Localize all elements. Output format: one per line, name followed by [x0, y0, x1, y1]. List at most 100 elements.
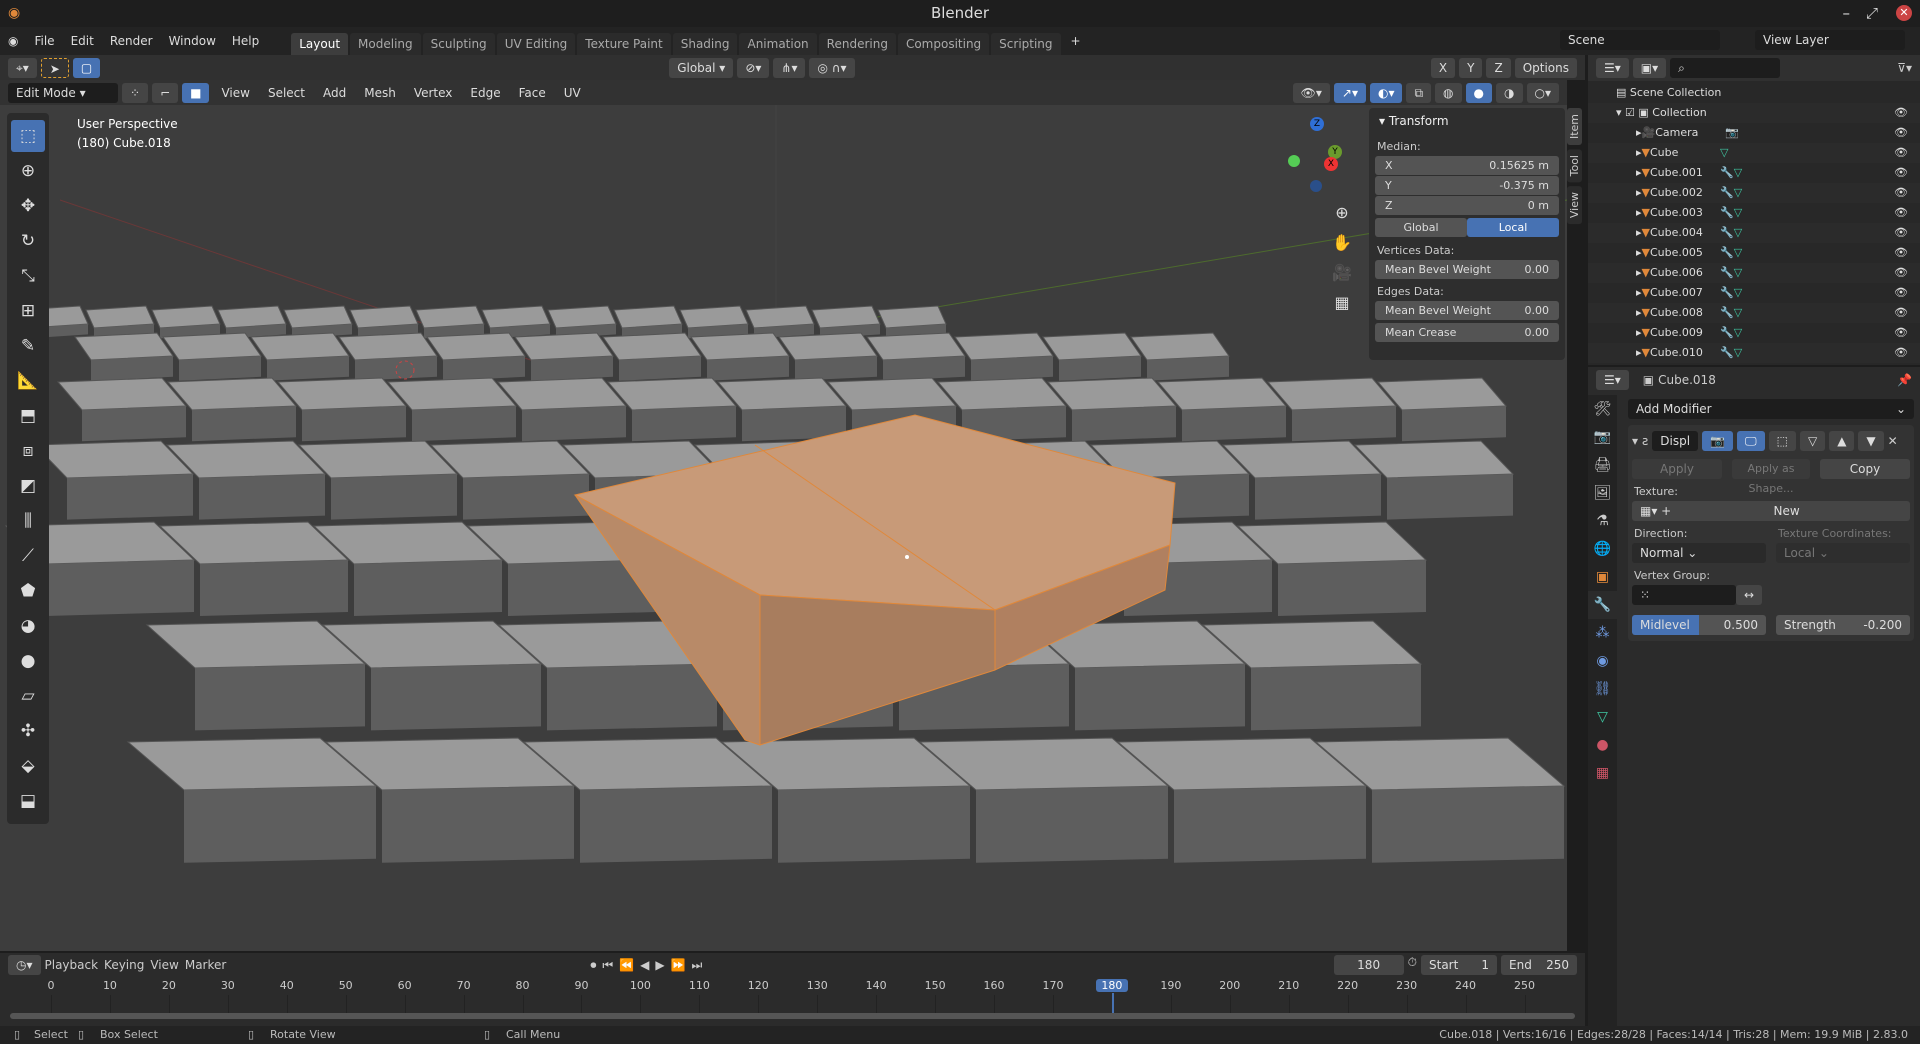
restore-icon[interactable]: ⤢	[1866, 0, 1878, 27]
invert-icon[interactable]: ↔	[1735, 585, 1762, 605]
menu-window[interactable]: Window	[161, 34, 224, 48]
pan-hand-icon[interactable]: ✋	[1330, 228, 1354, 258]
smooth-tool-icon[interactable]: ●	[11, 645, 45, 677]
spin-tool-icon[interactable]: ◕	[11, 610, 45, 642]
editor-type-button[interactable]: ☰▾	[1596, 370, 1629, 390]
eye-icon[interactable]: 👁	[1894, 163, 1908, 183]
shading-solid[interactable]: ●	[1465, 82, 1493, 103]
cage-toggle-icon[interactable]: ▽	[1799, 431, 1826, 451]
extrude-tool-icon[interactable]: ⬒	[11, 400, 45, 432]
jump-start-icon[interactable]: ⏮	[602, 958, 613, 973]
eye-icon[interactable]: 👁	[1894, 203, 1908, 223]
minimize-icon[interactable]: –	[1843, 0, 1851, 27]
move-tool-icon[interactable]: ✥	[11, 190, 45, 222]
tab-rendering[interactable]: Rendering	[818, 33, 896, 55]
median-z-field[interactable]: Z 0 m	[1375, 196, 1559, 215]
grid-perspective-icon[interactable]: ▦	[1330, 288, 1354, 318]
expand-icon[interactable]: ▾ ☑ ▣	[1616, 103, 1652, 123]
texcoords-dropdown[interactable]: Local ⌄	[1776, 543, 1910, 563]
object-tab-icon[interactable]: ▣	[1588, 563, 1617, 591]
world-tab-icon[interactable]: 🌐	[1588, 535, 1617, 563]
blender-menu-icon[interactable]: ◉	[0, 34, 26, 48]
modifier-name-input[interactable]: Displ	[1652, 431, 1699, 451]
timeline-scrollbar[interactable]	[10, 1013, 1575, 1019]
data-tab-icon[interactable]: ▽	[1588, 703, 1617, 731]
global-toggle[interactable]: Global	[1375, 218, 1467, 237]
tab-shading[interactable]: Shading	[672, 33, 738, 55]
frame-ruler[interactable]: 0 10 20 30 40 50 60 70 80 90 100 110 120 130 140 150 160…	[0, 977, 1585, 1017]
record-icon[interactable]: ⏺	[590, 958, 596, 973]
remove-modifier-icon[interactable]: ✕	[1888, 434, 1898, 448]
prev-key-icon[interactable]: ⏪	[619, 958, 634, 973]
next-key-icon[interactable]: ⏩	[671, 958, 686, 973]
outliner-item[interactable]: ▸ ▼ Cube.002 🔧 ▽ 👁	[1588, 183, 1920, 203]
menu-marker[interactable]: Marker	[185, 958, 226, 972]
editmode-toggle-icon[interactable]: ⬚	[1768, 431, 1796, 451]
poly-build-tool-icon[interactable]: ⬟	[11, 575, 45, 607]
scene-collection-row[interactable]: ▤ Scene Collection	[1588, 83, 1920, 103]
menu-file[interactable]: File	[26, 34, 62, 48]
start-frame-field[interactable]: Start 1	[1421, 955, 1497, 975]
eye-icon[interactable]: 👁	[1894, 283, 1908, 303]
play-reverse-icon[interactable]: ◀	[640, 958, 649, 973]
proportional-edit-icon[interactable]: ◎ ∩▾	[809, 57, 855, 78]
editor-type-button[interactable]: ☰▾	[1596, 58, 1629, 78]
inset-tool-icon[interactable]: ⧈	[11, 435, 45, 467]
gizmo-neg-y[interactable]	[1288, 155, 1300, 167]
shading-material[interactable]: ◑	[1496, 82, 1523, 103]
edge-bevel-field[interactable]: Mean Bevel Weight 0.00	[1375, 301, 1559, 320]
tab-tool[interactable]: Tool	[1567, 149, 1582, 183]
menu-keying[interactable]: Keying	[104, 958, 144, 972]
cursor-tool-icon[interactable]: ⊕	[11, 155, 45, 187]
modifier-tab-icon[interactable]: 🔧	[1588, 591, 1617, 619]
outliner-item[interactable]: ▸ ▼ Cube.009 🔧 ▽ 👁	[1588, 323, 1920, 343]
knife-tool-icon[interactable]: ⟋	[11, 540, 45, 572]
collapse-icon[interactable]: ▾	[1632, 434, 1638, 448]
outliner-item[interactable]: ▸ ▼ Cube.008 🔧 ▽ 👁	[1588, 303, 1920, 323]
menu-vertex[interactable]: Vertex	[406, 83, 461, 103]
axis-x-toggle[interactable]: X	[1430, 57, 1456, 78]
eye-icon[interactable]: 👁	[1894, 183, 1908, 203]
tab-item[interactable]: Item	[1567, 108, 1582, 146]
tool-tab-icon[interactable]: 🛠	[1588, 395, 1617, 423]
tab-compositing[interactable]: Compositing	[897, 33, 990, 55]
select-mode-new-button[interactable]: ▢	[72, 57, 101, 78]
collapse-icon[interactable]: ▾	[1379, 114, 1389, 128]
editor-type-button[interactable]: ⌖▾	[8, 57, 37, 78]
render-toggle-icon[interactable]: 📷	[1702, 431, 1734, 451]
xray-icon[interactable]: ⧉	[1406, 82, 1432, 103]
material-tab-icon[interactable]: ●	[1588, 731, 1617, 759]
edge-select-mode[interactable]: ⌐	[152, 82, 179, 103]
render-tab-icon[interactable]: 📷	[1588, 423, 1617, 451]
copy-button[interactable]: Copy	[1820, 459, 1910, 479]
current-frame-field[interactable]: 180	[1333, 955, 1404, 975]
particles-tab-icon[interactable]: ⁂	[1588, 619, 1617, 647]
shear-tool-icon[interactable]: ⬙	[11, 750, 45, 782]
outliner-item[interactable]: ▸ 🎥 Camera 📷 👁	[1588, 123, 1920, 143]
tab-uv-editing[interactable]: UV Editing	[496, 33, 576, 55]
snap-icon[interactable]: ⋔▾	[773, 57, 806, 78]
eye-icon[interactable]: 👁	[1894, 323, 1908, 343]
outliner-item[interactable]: ▸ ▼ Cube.005 🔧 ▽ 👁	[1588, 243, 1920, 263]
tab-layout[interactable]: Layout	[291, 33, 349, 55]
scene-selector[interactable]: Scene	[1560, 30, 1720, 50]
outliner-item[interactable]: ▸ ▼ Cube ▽ 👁	[1588, 143, 1920, 163]
loop-cut-tool-icon[interactable]: ⫼	[11, 505, 45, 537]
menu-select[interactable]: Select	[260, 83, 313, 103]
menu-uv[interactable]: UV	[556, 83, 589, 103]
outliner-item[interactable]: ▸ ▼ Cube.001 🔧 ▽ 👁	[1588, 163, 1920, 183]
rotate-tool-icon[interactable]: ↻	[11, 225, 45, 257]
menu-face[interactable]: Face	[511, 83, 554, 103]
outliner-item[interactable]: ▸ ▼ Cube.010 🔧 ▽ 👁	[1588, 343, 1920, 363]
outliner-item[interactable]: ▸ ▼ Cube.007 🔧 ▽ 👁	[1588, 283, 1920, 303]
viewport-toggle-icon[interactable]: 🖵	[1737, 431, 1765, 451]
menu-view[interactable]: View	[213, 83, 257, 103]
outliner-item[interactable]: ▸ ▼ Cube.004 🔧 ▽ 👁	[1588, 223, 1920, 243]
eye-icon[interactable]: 👁	[1894, 143, 1908, 163]
move-down-icon[interactable]: ▼	[1858, 431, 1884, 451]
gizmo-icon[interactable]: ↗▾	[1333, 82, 1366, 103]
shading-rendered[interactable]: ○▾	[1526, 82, 1559, 103]
view-layer-tab-icon[interactable]: 🖼	[1588, 479, 1617, 507]
tab-texture-paint[interactable]: Texture Paint	[577, 33, 671, 55]
menu-edit[interactable]: Edit	[63, 34, 102, 48]
